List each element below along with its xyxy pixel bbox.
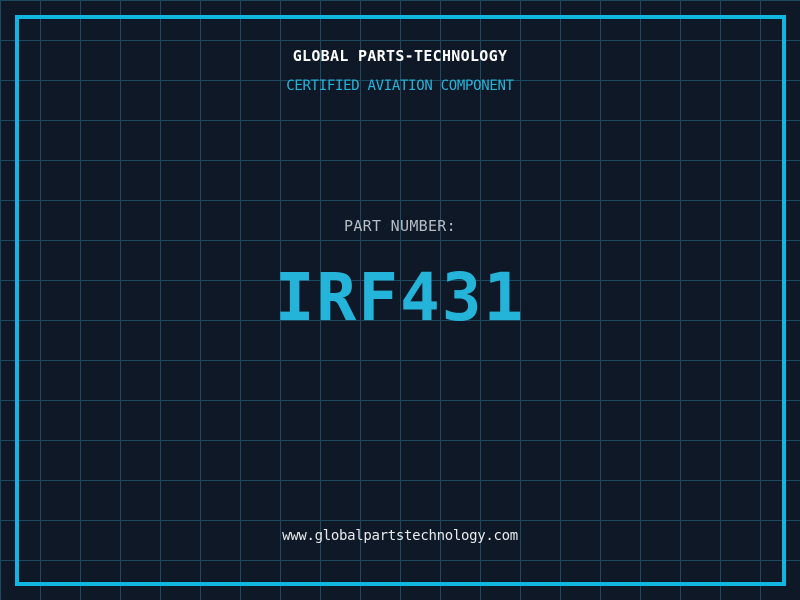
part-number-value: IRF431 <box>0 265 800 331</box>
part-label-card: GLOBAL PARTS-TECHNOLOGY CERTIFIED AVIATI… <box>0 0 800 600</box>
company-name: GLOBAL PARTS-TECHNOLOGY <box>0 47 800 65</box>
part-number-label: PART NUMBER: <box>0 217 800 235</box>
website-url: www.globalpartstechnology.com <box>0 528 800 544</box>
certification-text: CERTIFIED AVIATION COMPONENT <box>0 78 800 94</box>
